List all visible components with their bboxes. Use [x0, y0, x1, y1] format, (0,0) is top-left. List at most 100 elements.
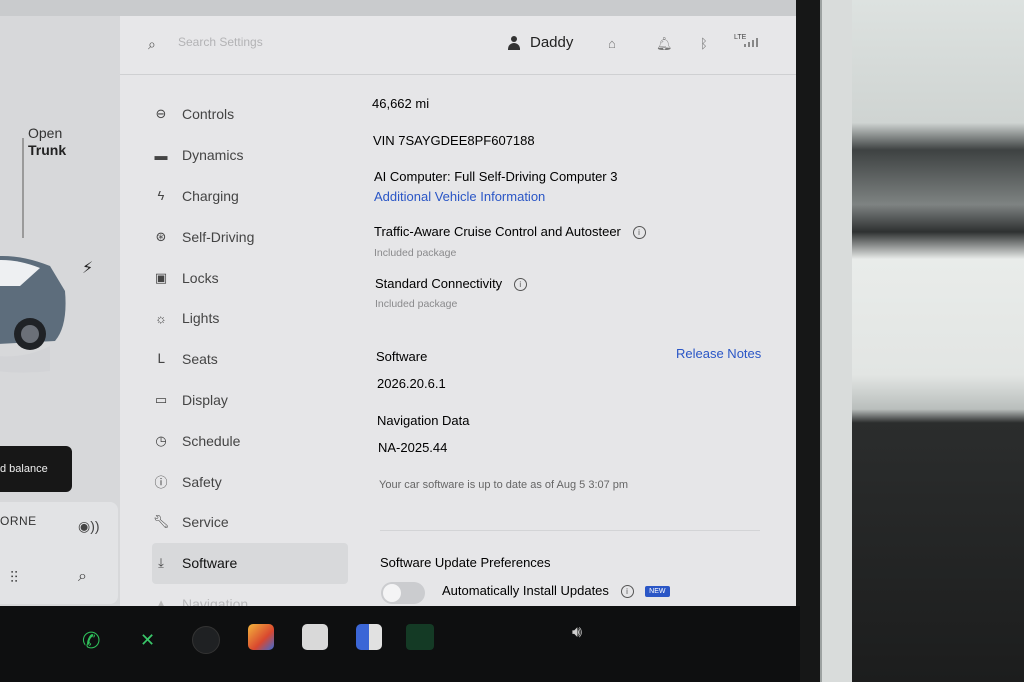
trunk-state: Open — [28, 125, 63, 141]
new-badge: NEW — [645, 586, 670, 597]
sidebar-item-label: Self-Driving — [182, 228, 255, 245]
notification-bell-icon[interactable]: 🔔︎ — [656, 36, 673, 52]
info-icon[interactable]: i — [632, 226, 646, 239]
homelink-icon[interactable]: ⌂ — [608, 36, 616, 51]
calendar-icon[interactable] — [302, 624, 328, 650]
energy-graph-icon[interactable] — [406, 624, 434, 650]
window-background — [846, 0, 1024, 682]
sidebar-item-navigation[interactable]: ▲ Navigation — [152, 584, 348, 606]
sidebar-item-service[interactable]: 🔧︎ Service — [152, 502, 348, 543]
settings-sidebar: ⊖ Controls ▬ Dynamics ϟ Charging ⊛ Self-… — [152, 94, 348, 606]
wrench-icon: 🔧︎ — [152, 514, 170, 530]
update-status-text: Your car software is up to date as of Au… — [379, 479, 629, 491]
sidebar-item-label: Controls — [182, 106, 235, 123]
vin-value: VIN 7SAYGDEE8PF607188 — [373, 133, 535, 148]
search-icon[interactable]: ⌕ — [148, 36, 156, 53]
sidebar-item-label: Charging — [182, 187, 239, 204]
sidebar-item-label: Service — [182, 514, 229, 531]
auto-install-row: Automatically Install Updates i NEW — [442, 583, 670, 598]
toggle-icon: ⊖ — [155, 106, 167, 122]
navigation-data-label: Navigation Data — [377, 413, 470, 428]
car-icon: ▬ — [154, 147, 168, 163]
sidebar-item-controls[interactable]: ⊖ Controls — [152, 94, 348, 135]
sidebar-item-label: Dynamics — [182, 147, 244, 164]
toast-text: d balance — [0, 463, 48, 475]
camera-icon[interactable] — [192, 626, 220, 654]
light-icon: ☼ — [155, 310, 167, 326]
info-icon[interactable]: i — [620, 585, 634, 598]
media-player: ORNE ◉)) ⫶⫶ ⌕ — [0, 502, 118, 604]
connectivity-label: Standard Connectivity — [375, 276, 503, 291]
user-name: Daddy — [530, 34, 574, 51]
sidebar-item-label: Lights — [182, 310, 220, 327]
download-icon: ⤓ — [158, 555, 164, 571]
equalizer-icon[interactable]: ⫶⫶ — [10, 570, 18, 588]
ai-computer-value: AI Computer: Full Self-Driving Computer … — [374, 169, 618, 184]
connectivity-sub: Included package — [375, 298, 458, 310]
phone-icon[interactable]: ✆ — [82, 628, 100, 654]
tacc-label: Traffic-Aware Cruise Control and Autoste… — [374, 224, 621, 239]
toast-notification: d balance — [0, 446, 72, 492]
sidebar-item-locks[interactable]: ▣ Locks — [152, 257, 348, 298]
sidebar-item-label: Navigation — [182, 595, 249, 606]
trunk-indicator-line — [22, 138, 24, 238]
release-notes-link[interactable]: Release Notes — [676, 346, 761, 361]
lock-icon: ▣ — [154, 269, 168, 285]
sidebar-item-dynamics[interactable]: ▬ Dynamics — [152, 135, 348, 176]
additional-vehicle-info-link[interactable]: Additional Vehicle Information — [374, 189, 545, 204]
charging-bolt-icon: ⚡ — [82, 260, 94, 277]
display-icon: ▭ — [154, 391, 168, 407]
seat-icon: ᒪ — [157, 351, 165, 367]
sidebar-item-label: Locks — [182, 269, 219, 286]
sidebar-item-label: Safety — [182, 473, 222, 490]
sidebar-item-charging[interactable]: ϟ Charging — [152, 176, 348, 217]
sidebar-item-display[interactable]: ▭ Display — [152, 380, 348, 421]
settings-screen: Open Trunk ⚡ d balance ORNE ◉)) ⫶⫶ ⌕ ⌕ D… — [0, 0, 796, 606]
sidebar-item-label: Schedule — [182, 432, 241, 449]
trunk-label: Trunk — [28, 142, 67, 158]
info-icon[interactable]: i — [513, 278, 527, 291]
volume-icon[interactable]: 🔊︎ — [572, 624, 582, 642]
sidebar-item-schedule[interactable]: ◷ Schedule — [152, 420, 348, 461]
sidebar-item-label: Display — [182, 391, 228, 408]
update-prefs-label: Software Update Preferences — [380, 555, 551, 570]
open-trunk-button[interactable]: Open Trunk — [28, 125, 66, 159]
user-profile-button[interactable]: Daddy — [508, 34, 573, 51]
odometer-value: 46,662 mi — [372, 96, 430, 111]
search-input[interactable] — [176, 34, 420, 50]
sidebar-item-seats[interactable]: ᒪ Seats — [152, 339, 348, 380]
auto-install-label: Automatically Install Updates — [442, 583, 609, 598]
bluetooth-icon[interactable]: ᛒ — [700, 36, 708, 51]
software-label: Software — [376, 349, 428, 364]
sidebar-item-software[interactable]: ⤓ Software — [152, 542, 348, 584]
software-version: 2026.20.6.1 — [377, 376, 446, 391]
media-source-label: ORNE — [0, 514, 37, 528]
settings-header: ⌕ Daddy ⌂ 🔔︎ ᛒ LTE — [120, 16, 796, 75]
app-dock: ✆ ✕ 🔊︎ — [0, 606, 800, 682]
shuffle-icon[interactable]: ✕ — [140, 630, 155, 651]
sidebar-item-safety[interactable]: ⓘ Safety — [152, 461, 348, 502]
sidebar-item-self-driving[interactable]: ⊛ Self-Driving — [152, 216, 348, 257]
signal-strength-icon — [744, 38, 758, 47]
tacc-row: Traffic-Aware Cruise Control and Autoste… — [374, 224, 646, 239]
user-icon — [508, 35, 520, 50]
section-divider — [380, 530, 760, 531]
auto-install-toggle[interactable] — [381, 582, 425, 604]
steering-wheel-icon: ⊛ — [155, 228, 167, 244]
connectivity-row: Standard Connectivity i — [375, 276, 527, 291]
car-image-icon — [0, 256, 66, 373]
apps-grid-icon[interactable] — [356, 624, 382, 650]
sidebar-item-lights[interactable]: ☼ Lights — [152, 298, 348, 339]
status-strip — [0, 0, 796, 16]
clock-icon: ◷ — [155, 432, 167, 448]
media-search-icon[interactable]: ⌕ — [78, 568, 87, 586]
car-panel: Open Trunk ⚡ d balance ORNE ◉)) ⫶⫶ ⌕ — [0, 16, 120, 606]
toybox-icon[interactable] — [248, 624, 274, 650]
screen-frame — [820, 0, 852, 682]
tacc-sub: Included package — [374, 247, 457, 259]
navigation-icon: ▲ — [154, 596, 168, 606]
media-source-icon[interactable]: ◉)) — [78, 518, 100, 535]
sidebar-item-label: Seats — [182, 351, 218, 368]
sidebar-item-label: Software — [182, 555, 238, 572]
safety-icon: ⓘ — [154, 475, 168, 491]
